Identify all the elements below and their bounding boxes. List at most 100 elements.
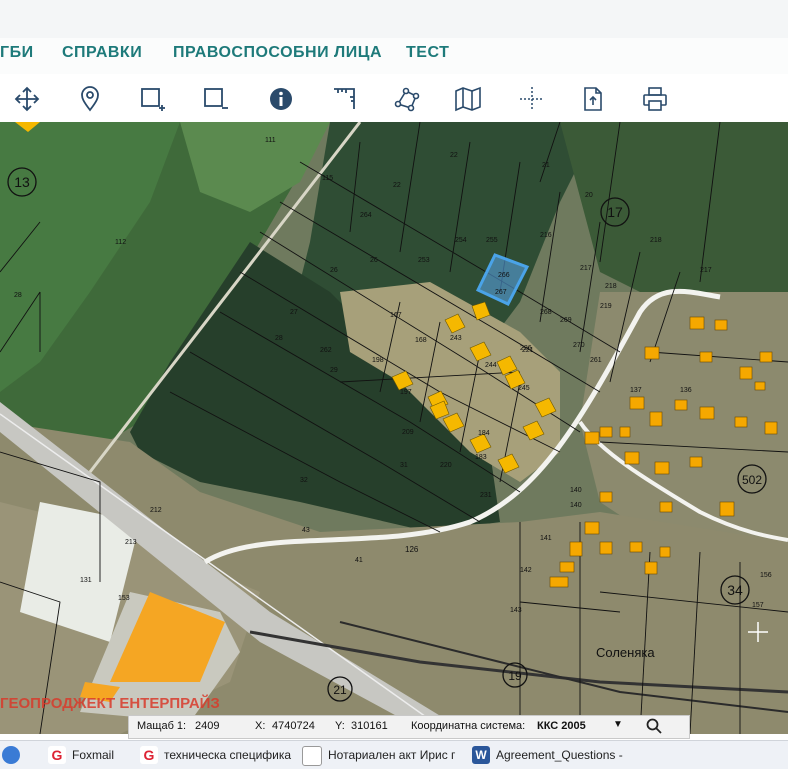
svg-text:255: 255 xyxy=(486,237,498,244)
word-icon[interactable]: W xyxy=(472,746,490,764)
menu-item-references[interactable]: СПРАВКИ xyxy=(62,44,142,62)
map-watermark: ГЕОПРОДЖЕКТ ЕНТЕРПРАЙЗ xyxy=(0,694,220,712)
location-pin-icon[interactable] xyxy=(75,84,105,114)
cadastral-map[interactable]: 13 17 502 34 21 19 111 112 115 131 140 141 1… xyxy=(0,122,788,734)
svg-text:213: 213 xyxy=(125,539,137,546)
taskbar-item[interactable]: Agreement_Questions - xyxy=(496,748,623,762)
svg-text:157: 157 xyxy=(752,602,764,609)
export-icon[interactable] xyxy=(578,84,608,114)
svg-text:21: 21 xyxy=(542,162,550,169)
svg-text:28: 28 xyxy=(275,335,283,342)
svg-text:153: 153 xyxy=(118,595,130,602)
circle-label: 34 xyxy=(727,582,743,598)
scale-label: Мащаб 1: xyxy=(137,720,187,732)
svg-text:264: 264 xyxy=(360,212,372,219)
svg-text:143: 143 xyxy=(510,607,522,614)
svg-text:231: 231 xyxy=(480,492,492,499)
move-icon[interactable] xyxy=(12,84,42,114)
chevron-down-icon[interactable]: ▼ xyxy=(613,719,623,730)
crs-select[interactable]: ККС 2005 xyxy=(537,720,586,732)
place-label: Соленяка xyxy=(596,645,655,660)
svg-text:209: 209 xyxy=(402,429,414,436)
svg-text:140: 140 xyxy=(570,502,582,509)
svg-text:253: 253 xyxy=(418,257,430,264)
svg-text:270: 270 xyxy=(573,342,585,349)
os-taskbar: G Foxmail G техническа специфика Нотариа… xyxy=(0,740,788,769)
svg-text:197: 197 xyxy=(400,389,412,396)
svg-text:216: 216 xyxy=(540,232,552,239)
menu-item-legal-persons[interactable]: ПРАВОСПОСОБНИ ЛИЦА xyxy=(173,44,382,62)
polygon-icon[interactable] xyxy=(392,84,422,114)
svg-text:262: 262 xyxy=(320,347,332,354)
svg-text:31: 31 xyxy=(400,462,408,469)
svg-text:183: 183 xyxy=(475,454,487,461)
svg-text:226: 226 xyxy=(520,345,532,352)
svg-text:20: 20 xyxy=(585,192,593,199)
svg-text:32: 32 xyxy=(300,477,308,484)
remove-rectangle-icon[interactable] xyxy=(201,84,231,114)
svg-text:217: 217 xyxy=(700,267,712,274)
svg-text:218: 218 xyxy=(650,237,662,244)
svg-text:243: 243 xyxy=(450,335,462,342)
map-status-bar: Мащаб 1: 2409 X: 4740724 Y: 310161 Коорд… xyxy=(128,715,690,739)
foxmail-icon[interactable]: G xyxy=(140,746,158,764)
svg-text:22: 22 xyxy=(450,152,458,159)
browser-top-strip xyxy=(0,0,788,38)
svg-text:219: 219 xyxy=(600,303,612,310)
svg-text:142: 142 xyxy=(520,567,532,574)
svg-text:137: 137 xyxy=(630,387,642,394)
map-icon[interactable] xyxy=(453,84,483,114)
svg-text:266: 266 xyxy=(498,272,510,279)
measure-icon[interactable] xyxy=(329,84,359,114)
circle-label: 19 xyxy=(508,669,522,683)
svg-text:220: 220 xyxy=(440,462,452,469)
svg-text:261: 261 xyxy=(590,357,602,364)
info-icon[interactable] xyxy=(266,84,296,114)
circle-label: 13 xyxy=(14,174,30,190)
menu-item-partial[interactable]: ГБИ xyxy=(0,44,34,62)
svg-text:41: 41 xyxy=(355,557,363,564)
svg-text:43: 43 xyxy=(302,527,310,534)
svg-text:217: 217 xyxy=(580,265,592,272)
crs-label: Координатна система: xyxy=(411,720,526,732)
svg-text:26: 26 xyxy=(370,257,378,264)
taskbar-item[interactable]: Нотариален акт Ирис г xyxy=(328,748,455,762)
svg-text:267: 267 xyxy=(495,289,507,296)
svg-text:218: 218 xyxy=(605,283,617,290)
svg-text:141: 141 xyxy=(540,535,552,542)
foxmail-icon[interactable]: G xyxy=(48,746,66,764)
x-value: 4740724 xyxy=(272,720,315,732)
taskbar-item[interactable]: Foxmail xyxy=(72,748,114,762)
circle-label: 502 xyxy=(742,473,762,487)
svg-text:168: 168 xyxy=(415,337,427,344)
svg-text:111: 111 xyxy=(265,137,276,144)
search-icon[interactable] xyxy=(645,717,663,738)
circle-label: 21 xyxy=(333,683,347,697)
circle-label: 17 xyxy=(607,204,623,220)
taskbar-item[interactable]: техническа специфика xyxy=(164,748,291,762)
svg-text:22: 22 xyxy=(393,182,401,189)
crosshair-icon[interactable] xyxy=(517,84,547,114)
svg-text:244: 244 xyxy=(485,362,497,369)
pdf-icon[interactable] xyxy=(302,746,322,766)
print-icon[interactable] xyxy=(640,84,670,114)
svg-text:167: 167 xyxy=(390,312,402,319)
svg-text:254: 254 xyxy=(455,237,467,244)
svg-text:245: 245 xyxy=(518,385,530,392)
svg-text:26: 26 xyxy=(330,267,338,274)
svg-text:156: 156 xyxy=(760,572,772,579)
add-rectangle-icon[interactable] xyxy=(138,84,168,114)
y-label: Y: xyxy=(335,720,345,732)
menu-item-test[interactable]: ТЕСТ xyxy=(406,44,449,62)
svg-text:29: 29 xyxy=(330,367,338,374)
svg-text:28: 28 xyxy=(14,292,22,299)
svg-text:269: 269 xyxy=(560,317,572,324)
svg-text:140: 140 xyxy=(570,487,582,494)
scale-value[interactable]: 2409 xyxy=(195,720,219,732)
y-value: 310161 xyxy=(351,720,388,732)
svg-text:131: 131 xyxy=(80,577,92,584)
svg-text:198: 198 xyxy=(372,357,384,364)
svg-text:115: 115 xyxy=(322,175,333,182)
app-icon[interactable] xyxy=(2,746,20,764)
svg-text:136: 136 xyxy=(680,387,692,394)
